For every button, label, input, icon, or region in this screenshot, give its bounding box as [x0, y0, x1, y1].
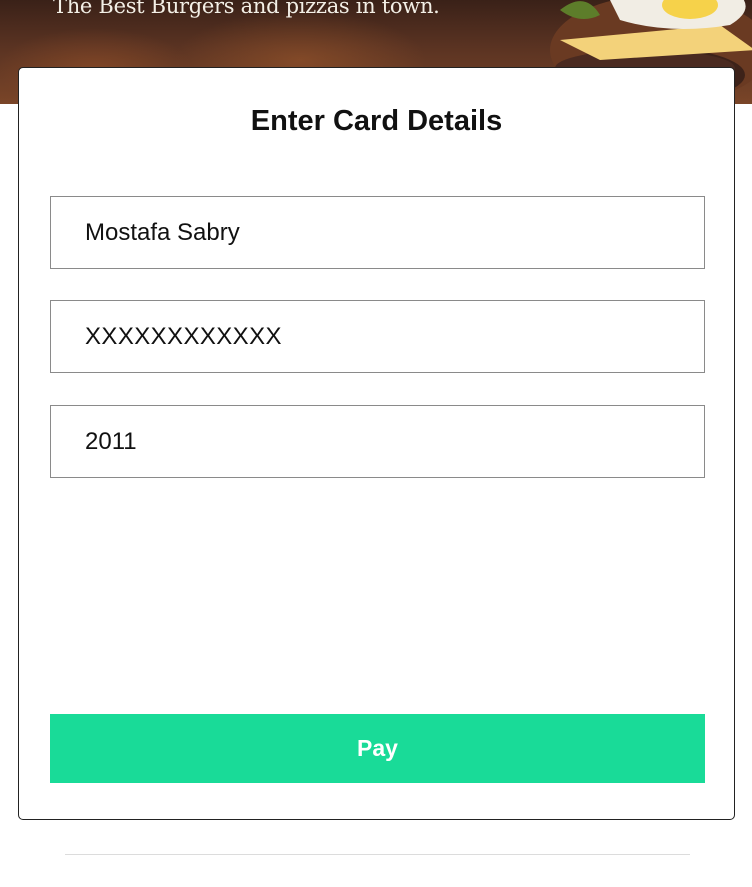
- cardholder-name-input[interactable]: [50, 196, 705, 269]
- expiry-input[interactable]: [50, 405, 705, 478]
- card-number-input[interactable]: [50, 300, 705, 373]
- form-title: Enter Card Details: [250, 105, 503, 137]
- footer-divider: [65, 854, 690, 855]
- pay-button[interactable]: Pay: [50, 714, 705, 783]
- card-details-form: Enter Card Details Pay: [18, 67, 735, 820]
- hero-tagline: The Best Burgers and pizzas in town.: [53, 0, 440, 18]
